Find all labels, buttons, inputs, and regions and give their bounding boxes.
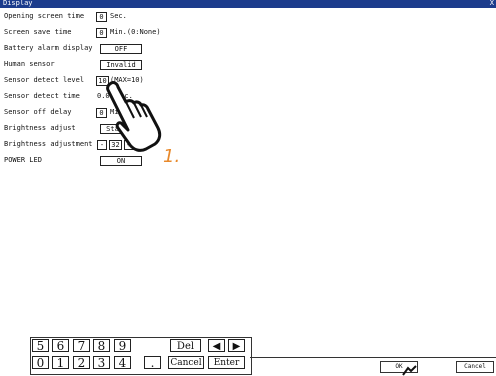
keypad-cancel-key[interactable]: Cancel [168, 356, 204, 369]
hand-pointer-icon [106, 81, 162, 152]
right-arrow-key[interactable]: ▶ [228, 339, 245, 352]
key-5[interactable]: 5 [32, 339, 49, 353]
left-arrow-key[interactable]: ◀ [208, 339, 225, 352]
setting-label: Sensor off delay [4, 108, 72, 116]
setting-label: Human sensor [4, 60, 55, 68]
key-2[interactable]: 2 [73, 356, 90, 370]
setting-label: Sensor detect level [4, 76, 85, 84]
key-6[interactable]: 6 [52, 339, 69, 353]
key-3[interactable]: 3 [93, 356, 110, 370]
battery-alarm-display-toggle[interactable]: OFF [100, 44, 142, 54]
unit-text: Min.(0:None) [110, 28, 161, 36]
bottom-divider [250, 357, 496, 358]
enter-key[interactable]: Enter [208, 356, 245, 369]
setting-label: Opening screen time [4, 12, 85, 20]
setting-label: Sensor detect time [4, 92, 80, 100]
decimal-key[interactable]: . [144, 356, 161, 370]
screen-save-time-input[interactable]: 0 [96, 28, 107, 38]
corner-mark: X [489, 0, 494, 7]
key-9[interactable]: 9 [114, 339, 131, 353]
setting-label: Screen save time [4, 28, 72, 36]
key-1[interactable]: 1 [52, 356, 69, 370]
del-key[interactable]: Del [170, 339, 201, 352]
key-4[interactable]: 4 [114, 356, 131, 370]
setting-label: POWER LED [4, 156, 42, 164]
setting-label: Brightness adjust [4, 124, 76, 132]
cancel-button[interactable]: Cancel [456, 361, 494, 373]
human-sensor-toggle[interactable]: Invalid [100, 60, 142, 70]
setting-label: Brightness adjustment [4, 140, 93, 148]
unit-text: Sec. [110, 12, 127, 20]
window-title: Display [3, 0, 33, 7]
step-annotation: 1. [163, 146, 181, 167]
key-8[interactable]: 8 [93, 339, 110, 353]
setting-label: Battery alarm display [4, 44, 93, 52]
title-bar: Display X [0, 0, 496, 8]
opening-screen-time-input[interactable]: 0 [96, 12, 107, 22]
cursor-pointer-icon [402, 365, 417, 376]
key-0[interactable]: 0 [32, 356, 49, 370]
power-led-toggle[interactable]: ON [100, 156, 142, 166]
key-7[interactable]: 7 [73, 339, 90, 353]
